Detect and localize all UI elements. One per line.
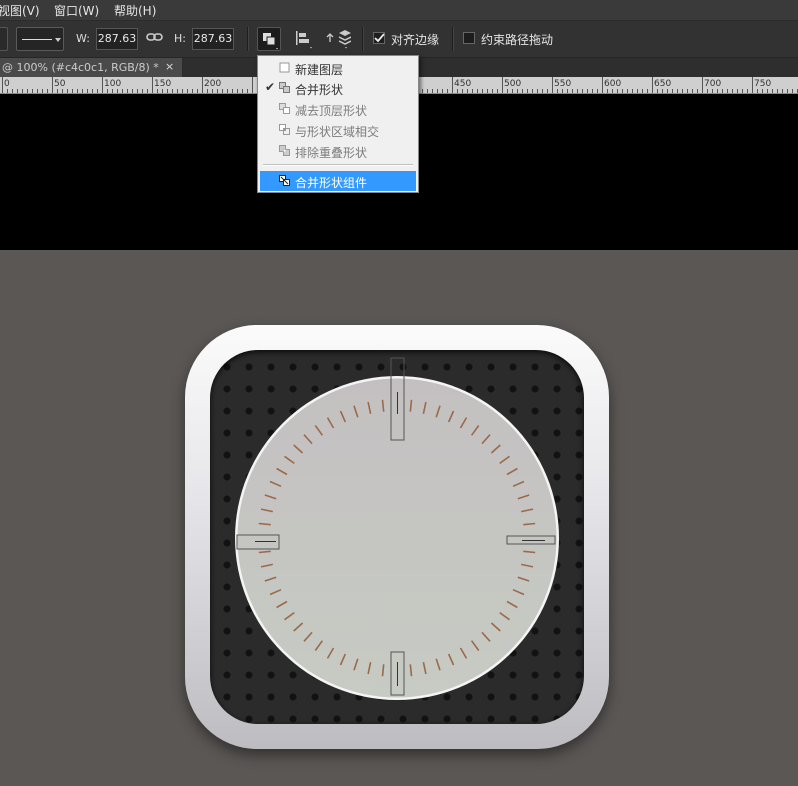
menu-item-intersect-shape-areas[interactable]: 与形状区域相交 [258, 120, 418, 140]
dial-face [237, 378, 557, 698]
menu-item-new-layer[interactable]: 新建图层 [258, 58, 418, 78]
menu-item-exclude-overlapping-shapes[interactable]: 排除重叠形状 [258, 141, 418, 161]
menu-separator [263, 164, 413, 166]
menu-item-label: 合并形状组件 [295, 176, 368, 190]
menu-item-label: 新建图层 [295, 63, 344, 77]
check-icon: ✔ [265, 80, 276, 94]
menu-item-label: 与形状区域相交 [295, 125, 380, 139]
path-operations-menu: 新建图层 ✔ 合并形状 减去顶层形状 与形状区域相交 排除重叠形状 合并形状组件 [257, 55, 419, 193]
menu-item-label: 合并形状 [295, 83, 344, 97]
exclude-overlapping-shapes-icon [279, 145, 290, 156]
menu-item-label: 减去顶层形状 [295, 104, 368, 118]
subtract-front-shape-icon [279, 103, 290, 114]
menu-item-label: 排除重叠形状 [295, 146, 368, 160]
menu-item-combine-shapes[interactable]: ✔ 合并形状 [258, 78, 418, 98]
combine-shapes-icon [279, 82, 290, 93]
intersect-shape-areas-icon [279, 124, 290, 135]
new-layer-icon [279, 62, 290, 73]
merge-shape-components-icon [279, 175, 290, 186]
menu-item-subtract-front-shape[interactable]: 减去顶层形状 [258, 99, 418, 119]
menu-item-merge-shape-components[interactable]: 合并形状组件 [260, 171, 416, 191]
